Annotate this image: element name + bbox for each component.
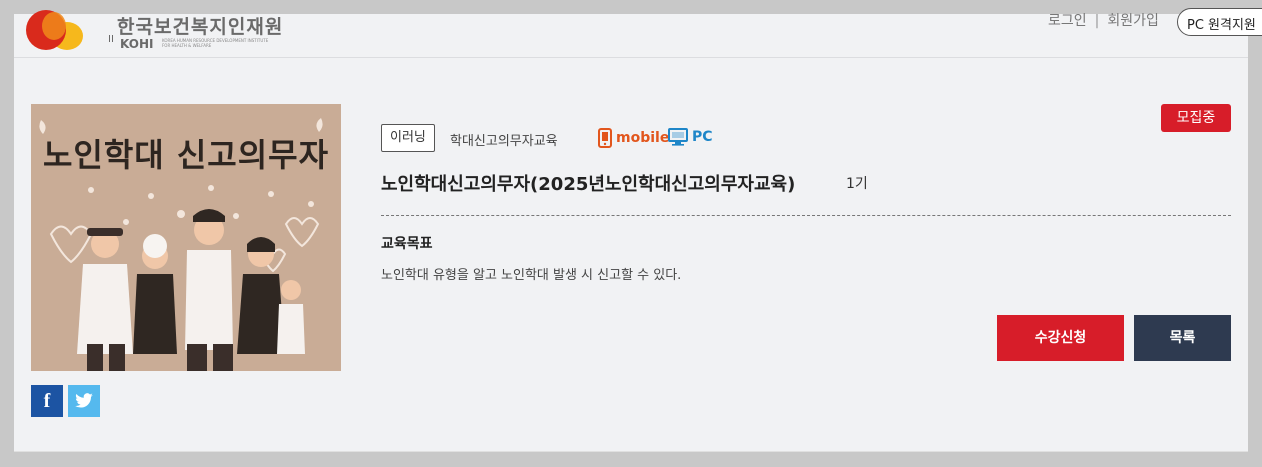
course-title: 노인학대신고의무자(2025년노인학대신고의무자교육) xyxy=(381,174,796,195)
course-cohort: 1기 xyxy=(846,176,868,192)
logo-subtitle: KOREA HUMAN RESOURCE DEVELOPMENT INSTITU… xyxy=(162,38,292,48)
section-divider xyxy=(381,215,1231,216)
logo-name: 한국보건복지인재원 xyxy=(117,16,284,38)
logo-mark-icon xyxy=(26,10,83,50)
twitter-icon xyxy=(75,393,93,408)
course-detail-panel: 노인학대 신고의무자 f 모집중 이러닝 학대신고의무자교육 mobile PC… xyxy=(14,58,1248,452)
goal-heading: 교육목표 xyxy=(381,236,433,252)
device-pc: PC xyxy=(668,128,713,146)
device-pc-label: PC xyxy=(692,129,713,145)
thumbnail-title: 노인학대 신고의무자 xyxy=(42,136,330,174)
mobile-phone-icon xyxy=(598,128,612,148)
logo-abbr: KOHI xyxy=(120,37,154,51)
course-category: 학대신고의무자교육 xyxy=(450,134,558,149)
login-link[interactable]: 로그인 xyxy=(1048,13,1087,29)
logo-subtitle-line2: FOR HEALTH & WELFARE xyxy=(162,43,212,48)
device-mobile: mobile xyxy=(598,128,669,148)
page-edge xyxy=(1248,58,1262,467)
course-type-tag: 이러닝 xyxy=(381,124,435,152)
facebook-icon: f xyxy=(43,389,51,412)
list-button[interactable]: 목록 xyxy=(1134,315,1231,361)
pc-remote-support-button[interactable]: PC 원격지원 xyxy=(1177,8,1262,36)
goal-description: 노인학대 유형을 알고 노인학대 발생 시 신고할 수 있다. xyxy=(381,268,682,283)
recruiting-status-badge: 모집중 xyxy=(1161,104,1231,132)
link-separator: | xyxy=(1094,13,1100,29)
twitter-share-button[interactable] xyxy=(68,385,100,417)
course-thumbnail: 노인학대 신고의무자 xyxy=(31,104,341,371)
facebook-share-button[interactable]: f xyxy=(31,385,63,417)
util-links: 로그인 | 회원가입 xyxy=(1048,10,1159,30)
apply-button[interactable]: 수강신청 xyxy=(997,315,1124,361)
logo-divider: II xyxy=(108,34,114,45)
site-header: II 한국보건복지인재원 KOHI KOREA HUMAN RESOURCE D… xyxy=(0,0,1262,58)
monitor-icon xyxy=(668,128,688,146)
device-mobile-label: mobile xyxy=(616,130,670,146)
site-logo[interactable]: II 한국보건복지인재원 KOHI KOREA HUMAN RESOURCE D… xyxy=(20,4,282,54)
signup-link[interactable]: 회원가입 xyxy=(1107,13,1159,29)
